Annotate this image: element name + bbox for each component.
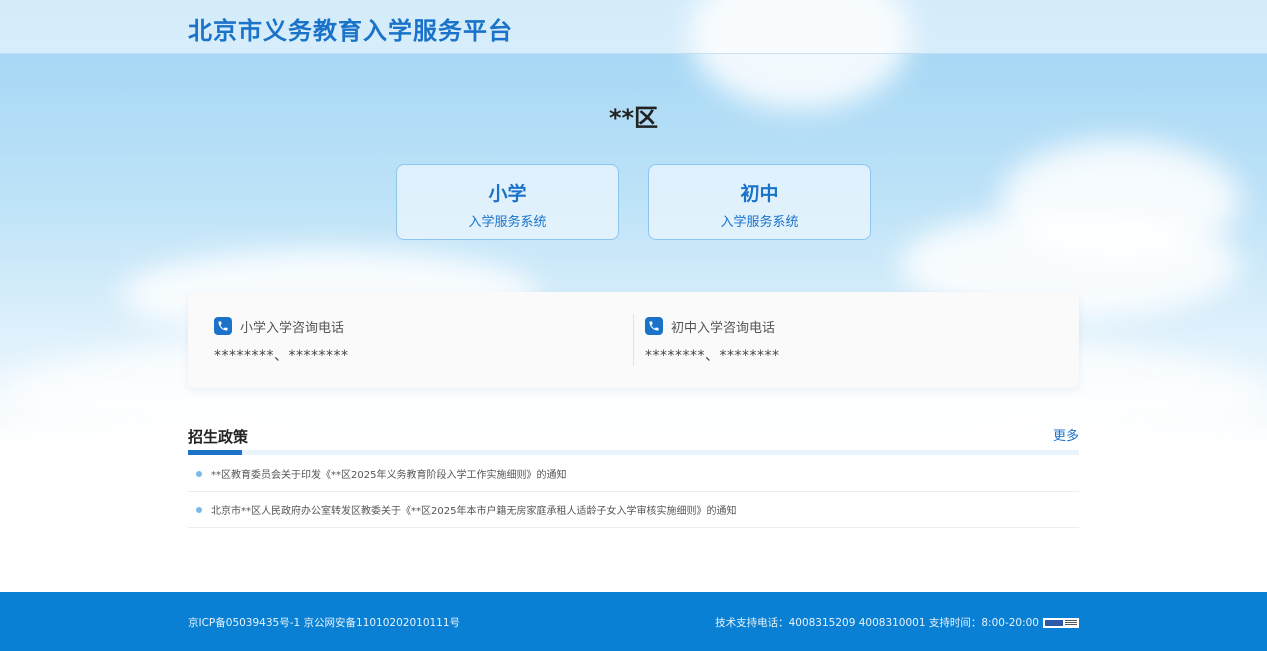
district-title: **区 (608, 104, 659, 132)
bullet-icon (196, 506, 202, 513)
policy-item-text[interactable]: **区教育委员会关于印发《**区2025年义务教育阶段入学工作实施细则》的通知 (211, 466, 566, 481)
phone-numbers: ********、******** (645, 348, 780, 364)
page-footer: 京ICP备05039435号-1 京公网安备11010202010111号 技术… (0, 592, 1267, 651)
list-item[interactable]: **区教育委员会关于印发《**区2025年义务教育阶段入学工作实施细则》的通知 (188, 456, 1079, 492)
support-text: 技术支持电话：4008315209 4008310001 支持时间：8:00-2… (715, 617, 1039, 629)
certification-badge-icon[interactable] (1043, 617, 1079, 628)
middle-school-entry-button[interactable]: 初中 入学服务系统 (648, 164, 871, 240)
divider (633, 314, 634, 366)
entry-subtitle: 入学服务系统 (468, 215, 547, 230)
primary-phone-block: 小学入学咨询电话 ********、******** (214, 316, 349, 365)
entry-subtitle: 入学服务系统 (720, 215, 799, 230)
policy-section-header: 招生政策 更多 (188, 424, 1079, 456)
phone-icon (645, 317, 663, 335)
policy-list: **区教育委员会关于印发《**区2025年义务教育阶段入学工作实施细则》的通知 … (188, 456, 1079, 528)
entry-title: 小学 (488, 183, 527, 205)
platform-title[interactable]: 北京市义务教育入学服务平台 (188, 11, 513, 46)
support-info: 技术支持电话：4008315209 4008310001 支持时间：8:00-2… (715, 615, 1079, 630)
phone-label: 初中入学咨询电话 (671, 320, 776, 336)
consult-phone-panel: 小学入学咨询电话 ********、******** 初中入学咨询电话 ****… (188, 292, 1079, 388)
phone-icon (214, 317, 232, 335)
policy-more-link[interactable]: 更多 (1053, 425, 1079, 444)
phone-label: 小学入学咨询电话 (240, 320, 345, 336)
primary-school-entry-button[interactable]: 小学 入学服务系统 (396, 164, 619, 240)
icp-record[interactable]: 京ICP备05039435号-1 京公网安备11010202010111号 (188, 615, 460, 630)
policy-item-text[interactable]: 北京市**区人民政府办公室转发区教委关于《**区2025年本市户籍无房家庭承租人… (211, 502, 736, 517)
bullet-icon (196, 470, 202, 477)
entry-title: 初中 (740, 183, 779, 205)
active-tab-indicator (188, 450, 242, 455)
page-header: 北京市义务教育入学服务平台 (0, 0, 1267, 54)
policy-title: 招生政策 (188, 428, 249, 446)
phone-numbers: ********、******** (214, 348, 349, 364)
middle-phone-block: 初中入学咨询电话 ********、******** (645, 316, 780, 365)
list-item[interactable]: 北京市**区人民政府办公室转发区教委关于《**区2025年本市户籍无房家庭承租人… (188, 492, 1079, 528)
divider (188, 450, 1079, 455)
